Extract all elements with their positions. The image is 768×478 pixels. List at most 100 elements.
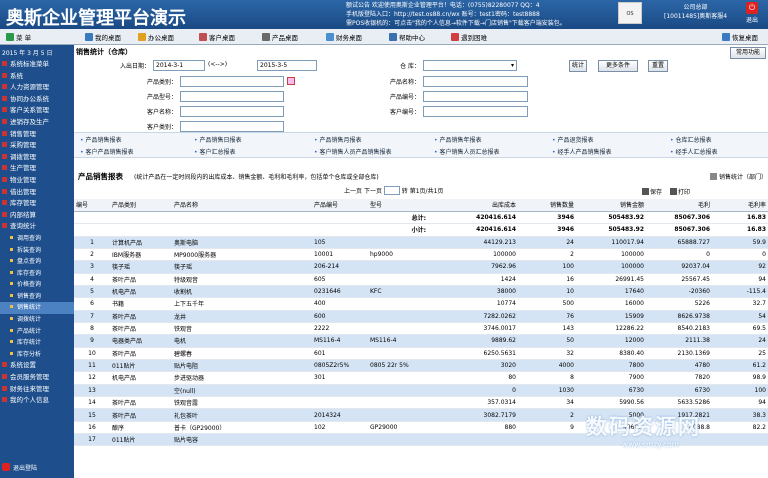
sidebar-item[interactable]: 物业管理 [0, 175, 74, 187]
common-functions-button[interactable]: 常用功能 [730, 47, 766, 59]
tab-customer-desktop[interactable]: 客户桌面 [199, 32, 235, 42]
tab-my-desktop[interactable]: 我的桌面 [85, 32, 121, 42]
sidebar-item[interactable]: 产品统计 [0, 326, 74, 338]
sidebar-item[interactable]: 库存查询 [0, 268, 74, 280]
column-header[interactable]: 出库成本 [428, 199, 518, 212]
tab-finance-desktop[interactable]: 财务桌面 [326, 32, 362, 42]
save-button[interactable]: 保存 [642, 188, 662, 196]
cell-model [368, 347, 428, 360]
table-row[interactable]: 8 茶叶产品 铁观音 2222 3746.0017 143 12286.22 8540.218… [74, 322, 768, 336]
more-conditions-button[interactable]: 更多条件 [598, 60, 638, 72]
restore-desktop-button[interactable]: 恢复桌面 [722, 32, 758, 42]
tab-product-desktop[interactable]: 产品桌面 [262, 32, 298, 42]
tab-office-desktop[interactable]: 办公桌面 [138, 32, 174, 42]
table-row[interactable]: 11 011贴片 贴片电阻 0805Z2r5% 0805 22r 5% 3020 4000 7… [74, 359, 768, 373]
report-link[interactable]: 客户销售人员汇总报表 [434, 147, 499, 156]
table-row[interactable]: 9 电器类产品 电机 MS116-4 MS116-4 9889.62 50 12000 2111… [74, 334, 768, 348]
table-row[interactable]: 13 空(null) 0 1030 6730 6730 100 [74, 384, 768, 398]
sidebar-item[interactable]: 拆装查询 [0, 245, 74, 257]
table-row[interactable]: 3 筷子瑶 筷子瑶 206-214 7962.96 100 100000 92037.04 92 [74, 260, 768, 274]
sidebar-item[interactable]: 客户关系管理 [0, 105, 74, 117]
customer-category-input[interactable] [180, 121, 284, 132]
date-from-input[interactable]: 2014-3-1 [153, 60, 205, 71]
sidebar-item[interactable]: 会员服务管理 [0, 372, 74, 384]
report-link[interactable]: 仓库汇总报表 [670, 135, 711, 144]
exit-button[interactable]: ⏻ 退出 [738, 2, 766, 24]
next-page-link[interactable]: 下一页 [364, 188, 382, 195]
go-button[interactable]: 转 [402, 188, 408, 195]
sidebar-item[interactable]: 调用查询 [0, 233, 74, 245]
table-row[interactable]: 5 机电产品 收割机 0231646 KFC 38000 10 17640 -20360 -115… [74, 285, 768, 299]
sidebar-item[interactable]: 我的个人信息 [0, 395, 74, 407]
sidebar-item[interactable]: 内部结算 [0, 210, 74, 222]
warehouse-select[interactable]: ▾ [423, 60, 517, 71]
table-row[interactable]: 10 茶叶产品 碧螺春 601 6250.5631 32 8380.40 2130.1369 2… [74, 347, 768, 360]
report-link[interactable]: 产品销售年报表 [434, 135, 481, 144]
report-link[interactable]: 产品销售日报表 [194, 135, 241, 144]
column-header[interactable]: 毛利率 [712, 199, 768, 212]
sidebar-item[interactable]: 系统标准菜单 [0, 59, 74, 71]
column-header[interactable]: 销售金额 [576, 199, 646, 212]
date-to-input[interactable]: 2015-3-5 [257, 60, 317, 71]
report-link[interactable]: 客户汇总报表 [194, 147, 235, 156]
sidebar-item[interactable]: 查询统计 [0, 221, 74, 233]
customer-name-input[interactable] [180, 106, 284, 117]
reset-button[interactable]: 重置 [648, 60, 668, 72]
category-input[interactable] [180, 76, 284, 87]
sidebar-item[interactable]: 销售管理 [0, 129, 74, 141]
table-row[interactable]: 14 茶叶产品 铁观音露 357.0314 34 5990.56 5633.5286 94 [74, 396, 768, 410]
column-header[interactable]: 毛利 [646, 199, 712, 212]
report-link[interactable]: 经手人产品销售报表 [552, 147, 611, 156]
report-link[interactable]: 客户销售人员产品销售报表 [314, 147, 391, 156]
table-row[interactable]: 6 书籍 上下五千年 400 10774 500 16000 5226 32.7 [74, 297, 768, 311]
tab-trouble[interactable]: 遇到困难 [451, 32, 487, 42]
table-row[interactable]: 12 机电产品 步进驱动器 301 80 8 7900 7820 98.9 [74, 371, 768, 385]
model-input[interactable] [180, 91, 284, 102]
column-header[interactable]: 编号 [74, 199, 110, 212]
sidebar-item[interactable]: 生产管理 [0, 163, 74, 175]
print-button[interactable]: 打印 [669, 188, 690, 196]
sidebar-item[interactable]: 借出管理 [0, 187, 74, 199]
column-header[interactable]: 产品编号 [312, 199, 368, 212]
tab-help-center[interactable]: 帮助中心 [389, 32, 425, 42]
table-row[interactable]: 1 计算机产品 奥斯电脑 105 44129.213 24 110017.94 65888.7… [74, 236, 768, 249]
customer-code-input[interactable] [423, 106, 528, 117]
sidebar-item[interactable]: 人力资源管理 [0, 82, 74, 94]
report-link[interactable]: 产品销售报表 [80, 135, 121, 144]
sidebar-item[interactable]: 库存管理 [0, 198, 74, 210]
sidebar-item[interactable]: 盘点查询 [0, 256, 74, 268]
sidebar-item[interactable]: 系统 [0, 71, 74, 83]
sidebar-item[interactable]: 采购管理 [0, 140, 74, 152]
logout-button[interactable]: 退出登陆 [2, 463, 37, 472]
sidebar-item[interactable]: 价格查询 [0, 279, 74, 291]
prev-page-link[interactable]: 上一页 [344, 188, 362, 195]
dept-stat-link[interactable]: 销售统计（部门） [710, 172, 767, 181]
sidebar-item[interactable]: 协同办公系统 [0, 94, 74, 106]
table-row[interactable]: 7 茶叶产品 龙井 600 7282.0262 76 15909 8626.9738 54 [74, 310, 768, 323]
table-row[interactable]: 4 茶叶产品 特级观音 605 1424 16 26991.45 25567.45 94 [74, 273, 768, 286]
sidebar-item[interactable]: 库存分析 [0, 349, 74, 361]
report-link[interactable]: 客户产品销售报表 [80, 147, 133, 156]
stat-button[interactable]: 统计 [569, 60, 587, 72]
page-input[interactable] [383, 186, 400, 195]
column-header[interactable]: 销售数量 [518, 199, 576, 212]
calendar-icon[interactable] [287, 77, 295, 85]
menu-button[interactable]: 菜 单 [6, 32, 31, 42]
column-header[interactable]: 型号 [368, 199, 428, 212]
report-link[interactable]: 产品销售月报表 [314, 135, 361, 144]
product-name-input[interactable] [423, 76, 528, 87]
column-header[interactable]: 产品类别 [110, 199, 172, 212]
sidebar-item[interactable]: 库存统计 [0, 337, 74, 349]
sidebar-item[interactable]: 进销存及生产 [0, 117, 74, 129]
column-header[interactable]: 产品名称 [172, 199, 312, 212]
report-link[interactable]: 经手人汇总报表 [670, 147, 717, 156]
product-code-input[interactable] [423, 91, 528, 102]
report-link[interactable]: 产品退货报表 [552, 135, 593, 144]
sidebar-item[interactable]: 财务往来管理 [0, 384, 74, 396]
sidebar-item[interactable]: 销售统计 [0, 302, 74, 315]
sidebar-item[interactable]: 调拨统计 [0, 314, 74, 326]
sidebar-item[interactable]: 销售查询 [0, 291, 74, 303]
sidebar-item[interactable]: 调拨管理 [0, 152, 74, 164]
table-row[interactable]: 2 IBM服务器 MP9000服务器 10001 hp9000 100000 2 100000… [74, 248, 768, 262]
sidebar-item[interactable]: 系统设置 [0, 360, 74, 372]
